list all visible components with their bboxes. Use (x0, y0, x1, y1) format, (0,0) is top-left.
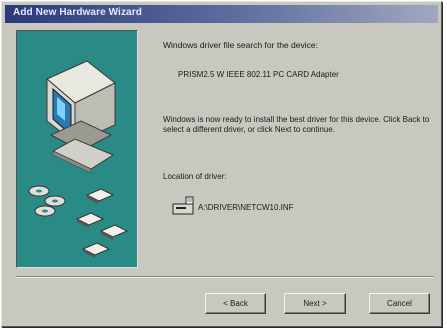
floppy-drive-file-icon (172, 196, 194, 215)
next-button[interactable]: Next > (284, 293, 346, 314)
search-heading: Windows driver file search for the devic… (163, 40, 318, 50)
wizard-illustration-panel (16, 30, 138, 268)
cancel-button[interactable]: Cancel (369, 293, 430, 314)
window-title: Add New Hardware Wizard (13, 7, 142, 18)
computer-with-drivers-icon (28, 60, 129, 258)
back-button[interactable]: < Back (205, 293, 266, 314)
driver-location-label: Location of driver: (163, 172, 227, 181)
driver-path: A:\DRIVER\NETCW10.INF (198, 203, 294, 212)
button-divider (16, 276, 434, 278)
ready-instructions: Windows is now ready to install the best… (163, 115, 430, 134)
device-name: PRISM2.5 W IEEE 802.11 PC CARD Adapter (178, 70, 339, 79)
title-bar[interactable]: Add New Hardware Wizard (5, 5, 438, 23)
